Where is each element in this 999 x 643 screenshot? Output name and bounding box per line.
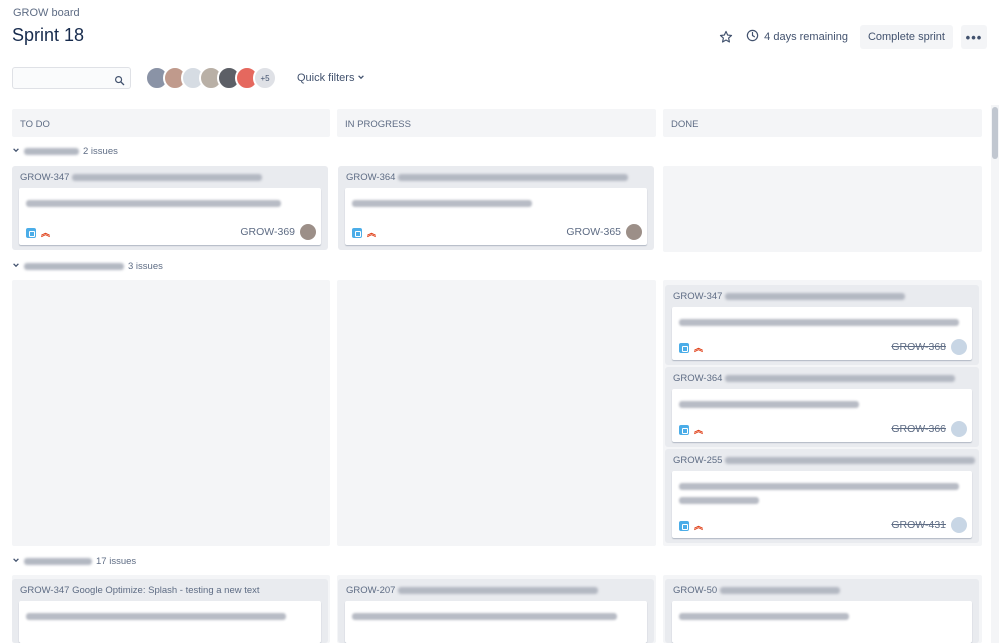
swimlane-count: 2 issues xyxy=(83,146,118,157)
parent-key: GROW-364 xyxy=(346,172,396,183)
story-icon xyxy=(352,228,362,238)
swimlane-assignee-redacted xyxy=(24,148,79,155)
clock-icon xyxy=(746,29,759,45)
summary-redacted xyxy=(26,200,281,207)
issue-card[interactable]: GROW-255 ︽ GROW-431 xyxy=(665,449,979,543)
search-input[interactable] xyxy=(13,68,130,88)
card-body: ︽ GROW-365 xyxy=(345,188,647,245)
issue-card[interactable]: GROW-347 ︽ GROW-368 xyxy=(665,285,979,365)
priority-highest-icon: ︽ xyxy=(694,521,704,531)
parent-key: GROW-347 xyxy=(20,172,70,183)
parent-issue: GROW-364 xyxy=(673,373,956,384)
empty-cell xyxy=(12,280,330,546)
column-header-todo: TO DO xyxy=(12,109,330,137)
parent-issue: GROW-347 Google Optimize: Splash - testi… xyxy=(20,585,260,596)
quick-filters-label: Quick filters xyxy=(297,72,355,84)
chevron-down-icon xyxy=(357,72,365,84)
story-icon xyxy=(679,425,689,435)
issue-card[interactable]: GROW-364 ︽ GROW-366 xyxy=(665,367,979,447)
breadcrumb[interactable]: GROW board xyxy=(13,7,80,19)
priority-highest-icon: ︽ xyxy=(41,228,51,238)
column-header-done: DONE xyxy=(663,109,982,137)
issue-card[interactable]: GROW-364 ︽ GROW-365 xyxy=(338,166,654,250)
summary-redacted xyxy=(26,613,286,620)
assignee-filter: +5 xyxy=(145,66,277,90)
header-actions: 4 days remaining Complete sprint ••• xyxy=(714,25,987,49)
issue-card[interactable]: GROW-50 xyxy=(665,579,979,643)
parent-key: GROW-255 xyxy=(673,455,723,466)
parent-issue: GROW-255 xyxy=(673,455,976,466)
card-body xyxy=(672,601,972,643)
issue-card[interactable]: GROW-347 ︽ GROW-369 xyxy=(12,166,328,250)
card-body xyxy=(19,601,321,643)
empty-cell xyxy=(337,280,656,546)
summary-redacted xyxy=(679,483,959,490)
parent-key: GROW-347 xyxy=(673,291,723,302)
summary-redacted xyxy=(679,401,859,408)
avatar xyxy=(951,339,967,355)
swimlane-header[interactable]: 17 issues xyxy=(12,556,136,567)
parent-issue: GROW-207 xyxy=(346,585,599,596)
avatar xyxy=(951,517,967,533)
swimlane-assignee-redacted xyxy=(24,263,124,270)
issue-key[interactable]: GROW-365 xyxy=(566,226,621,238)
chevron-down-icon xyxy=(12,261,20,272)
parent-key: GROW-207 xyxy=(346,585,396,596)
story-icon xyxy=(679,521,689,531)
story-icon xyxy=(26,228,36,238)
story-icon xyxy=(679,343,689,353)
summary-redacted xyxy=(679,497,759,504)
complete-sprint-button[interactable]: Complete sprint xyxy=(859,25,953,49)
avatar-more[interactable]: +5 xyxy=(253,66,277,90)
scrollbar[interactable] xyxy=(991,105,999,643)
swimlane-header[interactable]: 3 issues xyxy=(12,261,163,272)
column-header-in-progress: IN PROGRESS xyxy=(337,109,656,137)
search-field[interactable] xyxy=(12,67,131,89)
issue-key[interactable]: GROW-368 xyxy=(891,341,946,353)
avatar xyxy=(300,224,316,240)
summary-redacted xyxy=(352,613,617,620)
swimlane-count: 17 issues xyxy=(96,556,137,567)
swimlane-header[interactable]: 2 issues xyxy=(12,146,118,157)
parent-issue: GROW-50 xyxy=(673,585,841,596)
swimlane-assignee-redacted xyxy=(24,558,92,565)
issue-key[interactable]: GROW-366 xyxy=(891,423,946,435)
issue-key[interactable]: GROW-431 xyxy=(891,519,946,531)
priority-highest-icon: ︽ xyxy=(694,425,704,435)
star-icon[interactable] xyxy=(714,25,738,49)
card-body: ︽ GROW-368 xyxy=(672,307,972,360)
card-body: ︽ GROW-366 xyxy=(672,389,972,442)
issue-card[interactable]: GROW-347 Google Optimize: Splash - testi… xyxy=(12,579,328,643)
parent-key: GROW-347 Google Optimize: Splash - testi… xyxy=(20,585,260,596)
quick-filters-button[interactable]: Quick filters xyxy=(297,72,365,84)
parent-key: GROW-50 xyxy=(673,585,718,596)
card-body: ︽ GROW-369 xyxy=(19,188,321,245)
parent-key: GROW-364 xyxy=(673,373,723,384)
more-icon[interactable]: ••• xyxy=(961,25,987,49)
priority-highest-icon: ︽ xyxy=(367,228,377,238)
filter-bar: +5 Quick filters xyxy=(12,66,365,90)
card-body: ︽ GROW-431 xyxy=(672,471,972,538)
parent-issue: GROW-347 xyxy=(673,291,906,302)
card-body xyxy=(345,601,647,643)
search-icon xyxy=(114,73,125,91)
summary-redacted xyxy=(679,319,959,326)
issue-key[interactable]: GROW-369 xyxy=(240,226,295,238)
chevron-down-icon xyxy=(12,146,20,157)
page-title: Sprint 18 xyxy=(12,25,85,45)
remaining-label: 4 days remaining xyxy=(764,31,848,43)
empty-cell xyxy=(663,166,982,252)
chevron-down-icon xyxy=(12,556,20,567)
parent-issue: GROW-364 xyxy=(346,172,629,183)
issue-card[interactable]: GROW-207 xyxy=(338,579,654,643)
sprint-remaining: 4 days remaining xyxy=(746,29,848,45)
summary-redacted xyxy=(679,613,849,620)
swimlane-count: 3 issues xyxy=(128,261,163,272)
avatar xyxy=(626,224,642,240)
avatar xyxy=(951,421,967,437)
summary-redacted xyxy=(352,200,532,207)
priority-highest-icon: ︽ xyxy=(694,343,704,353)
parent-issue: GROW-347 xyxy=(20,172,263,183)
scrollbar-thumb[interactable] xyxy=(992,107,998,159)
